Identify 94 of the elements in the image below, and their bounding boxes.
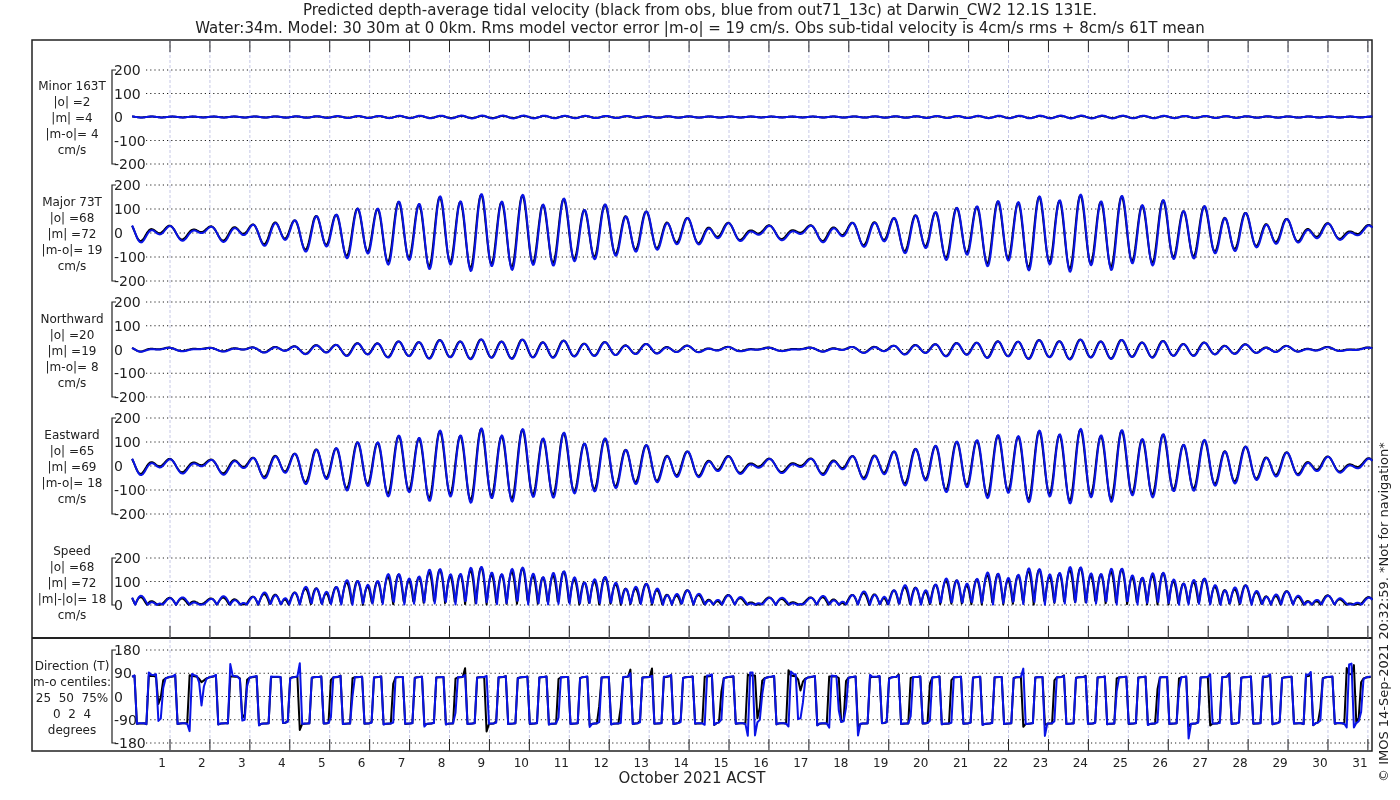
x-tick-label: 7 — [397, 756, 406, 770]
x-tick-label: 10 — [513, 756, 529, 770]
y-tick-label: 0 — [114, 458, 123, 474]
x-tick-label: 12 — [593, 756, 609, 770]
panel-label: cm/s — [57, 143, 87, 157]
panel-label: |o| =68 — [49, 559, 95, 574]
x-tick-label: 29 — [1272, 756, 1288, 770]
panel-label: Northward — [40, 311, 104, 326]
y-tick-label: 180 — [114, 642, 141, 658]
panel-label: |o| =2 — [53, 95, 91, 109]
y-tick-label: -90 — [114, 711, 137, 728]
panel-label: |m| =19 — [47, 343, 97, 358]
y-tick-label: 200 — [114, 294, 141, 310]
panel-label: |m-o|= 18 — [41, 476, 103, 490]
x-tick-label: 13 — [633, 756, 649, 770]
panel-label: 25 50 75% — [35, 690, 109, 705]
y-tick-label: 100 — [114, 85, 141, 102]
chart-title: Predicted depth-average tidal velocity (black from obs, blue from out71_13c) at Darwin_CW2 12.1S 131E. — [303, 1, 1097, 19]
y-tick-label: 200 — [114, 177, 141, 193]
x-tick-label: 14 — [673, 756, 689, 770]
y-tick-label: 200 — [114, 410, 141, 426]
panel-label: |m| =4 — [51, 111, 93, 125]
panel-label: |m| =69 — [47, 460, 97, 474]
panel-label: |m-o|= 8 — [45, 359, 99, 374]
y-tick-label: -200 — [114, 506, 146, 522]
x-tick-label: 6 — [357, 756, 366, 770]
panel-label: Eastward — [44, 428, 100, 442]
x-tick-label: 18 — [833, 756, 849, 770]
x-tick-label: 4 — [277, 756, 286, 770]
panel-label: |m-o|= 4 — [45, 127, 99, 141]
y-axis-line — [111, 557, 117, 606]
panel-label: |m|-|o|= 18 — [37, 591, 107, 606]
panel-label: |m| =72 — [47, 227, 97, 241]
y-tick-label: 0 — [114, 109, 123, 125]
y-tick-label: 100 — [114, 201, 141, 217]
x-tick-label: 28 — [1232, 756, 1248, 770]
panel-label: degrees — [47, 722, 97, 737]
panel-label: Speed — [53, 543, 91, 558]
x-tick-label: 2 — [198, 756, 206, 770]
x-tick-label: 1 — [158, 756, 166, 770]
x-tick-label: 27 — [1192, 756, 1208, 770]
y-tick-label: 90 — [114, 665, 132, 682]
y-tick-label: 0 — [114, 341, 123, 358]
y-tick-label: 200 — [114, 62, 141, 78]
x-axis-label: October 2021 ACST — [618, 769, 766, 787]
panel-label: 0 2 4 — [52, 706, 92, 721]
panel-label: cm/s — [57, 375, 87, 390]
x-tick-label: 22 — [992, 756, 1009, 770]
panel-label: m-o centiles: — [33, 674, 111, 689]
panel-label: |o| =65 — [49, 444, 95, 458]
y-tick-label: 0 — [114, 597, 123, 613]
y-tick-label: 100 — [114, 573, 141, 590]
x-tick-label: 23 — [1032, 756, 1049, 770]
x-tick-label: 9 — [477, 756, 486, 770]
y-tick-label: -100 — [114, 249, 146, 265]
x-tick-label: 25 — [1112, 756, 1128, 770]
y-tick-label: -200 — [114, 273, 146, 289]
panel-label: |m| =72 — [47, 575, 97, 590]
y-tick-label: -200 — [114, 389, 146, 405]
y-tick-label: 100 — [114, 434, 141, 450]
x-tick-label: 11 — [553, 756, 569, 770]
x-tick-label: 21 — [952, 756, 969, 770]
x-tick-label: 24 — [1072, 756, 1089, 770]
y-tick-label: 200 — [114, 550, 141, 566]
panel-label: cm/s — [57, 492, 87, 506]
x-tick-label: 16 — [753, 756, 769, 770]
y-tick-label: -100 — [114, 365, 146, 382]
x-tick-label: 19 — [873, 756, 889, 770]
panel-label: |o| =20 — [49, 327, 95, 342]
x-tick-label: 17 — [793, 756, 809, 770]
x-tick-label: 8 — [437, 756, 446, 770]
y-tick-label: -200 — [114, 156, 146, 172]
x-tick-label: 31 — [1352, 756, 1368, 770]
x-tick-label: 5 — [317, 756, 326, 770]
y-tick-label: 0 — [114, 688, 123, 705]
panel-label: |o| =68 — [49, 211, 95, 225]
credit-note: © IMOS 14-Sep-2021 20:32:59. *Not for navigation* — [1376, 442, 1391, 782]
y-tick-label: -180 — [114, 735, 146, 751]
panel-label: cm/s — [57, 607, 87, 622]
panel-label: cm/s — [57, 259, 87, 273]
panel-label: |m-o|= 19 — [41, 243, 103, 257]
x-tick-label: 3 — [238, 756, 246, 770]
x-tick-label: 20 — [913, 756, 929, 770]
y-tick-label: 100 — [114, 317, 141, 334]
x-tick-label: 30 — [1312, 756, 1328, 770]
chart-title: Water:34m. Model: 30 30m at 0 0km. Rms model vector error |m-o| = 19 cm/s. Obs sub-tidal velocity is 4cm/s rms + 8cm/s 61T mean — [195, 19, 1205, 37]
panel-label: Direction (T) — [34, 658, 110, 673]
y-tick-label: 0 — [114, 225, 123, 241]
x-tick-label: 26 — [1152, 756, 1168, 770]
panel-label: Major 73T — [42, 195, 102, 209]
x-tick-label: 15 — [713, 756, 729, 770]
y-tick-label: -100 — [114, 482, 146, 498]
panel-label: Minor 163T — [38, 79, 106, 93]
y-tick-label: -100 — [114, 132, 146, 149]
